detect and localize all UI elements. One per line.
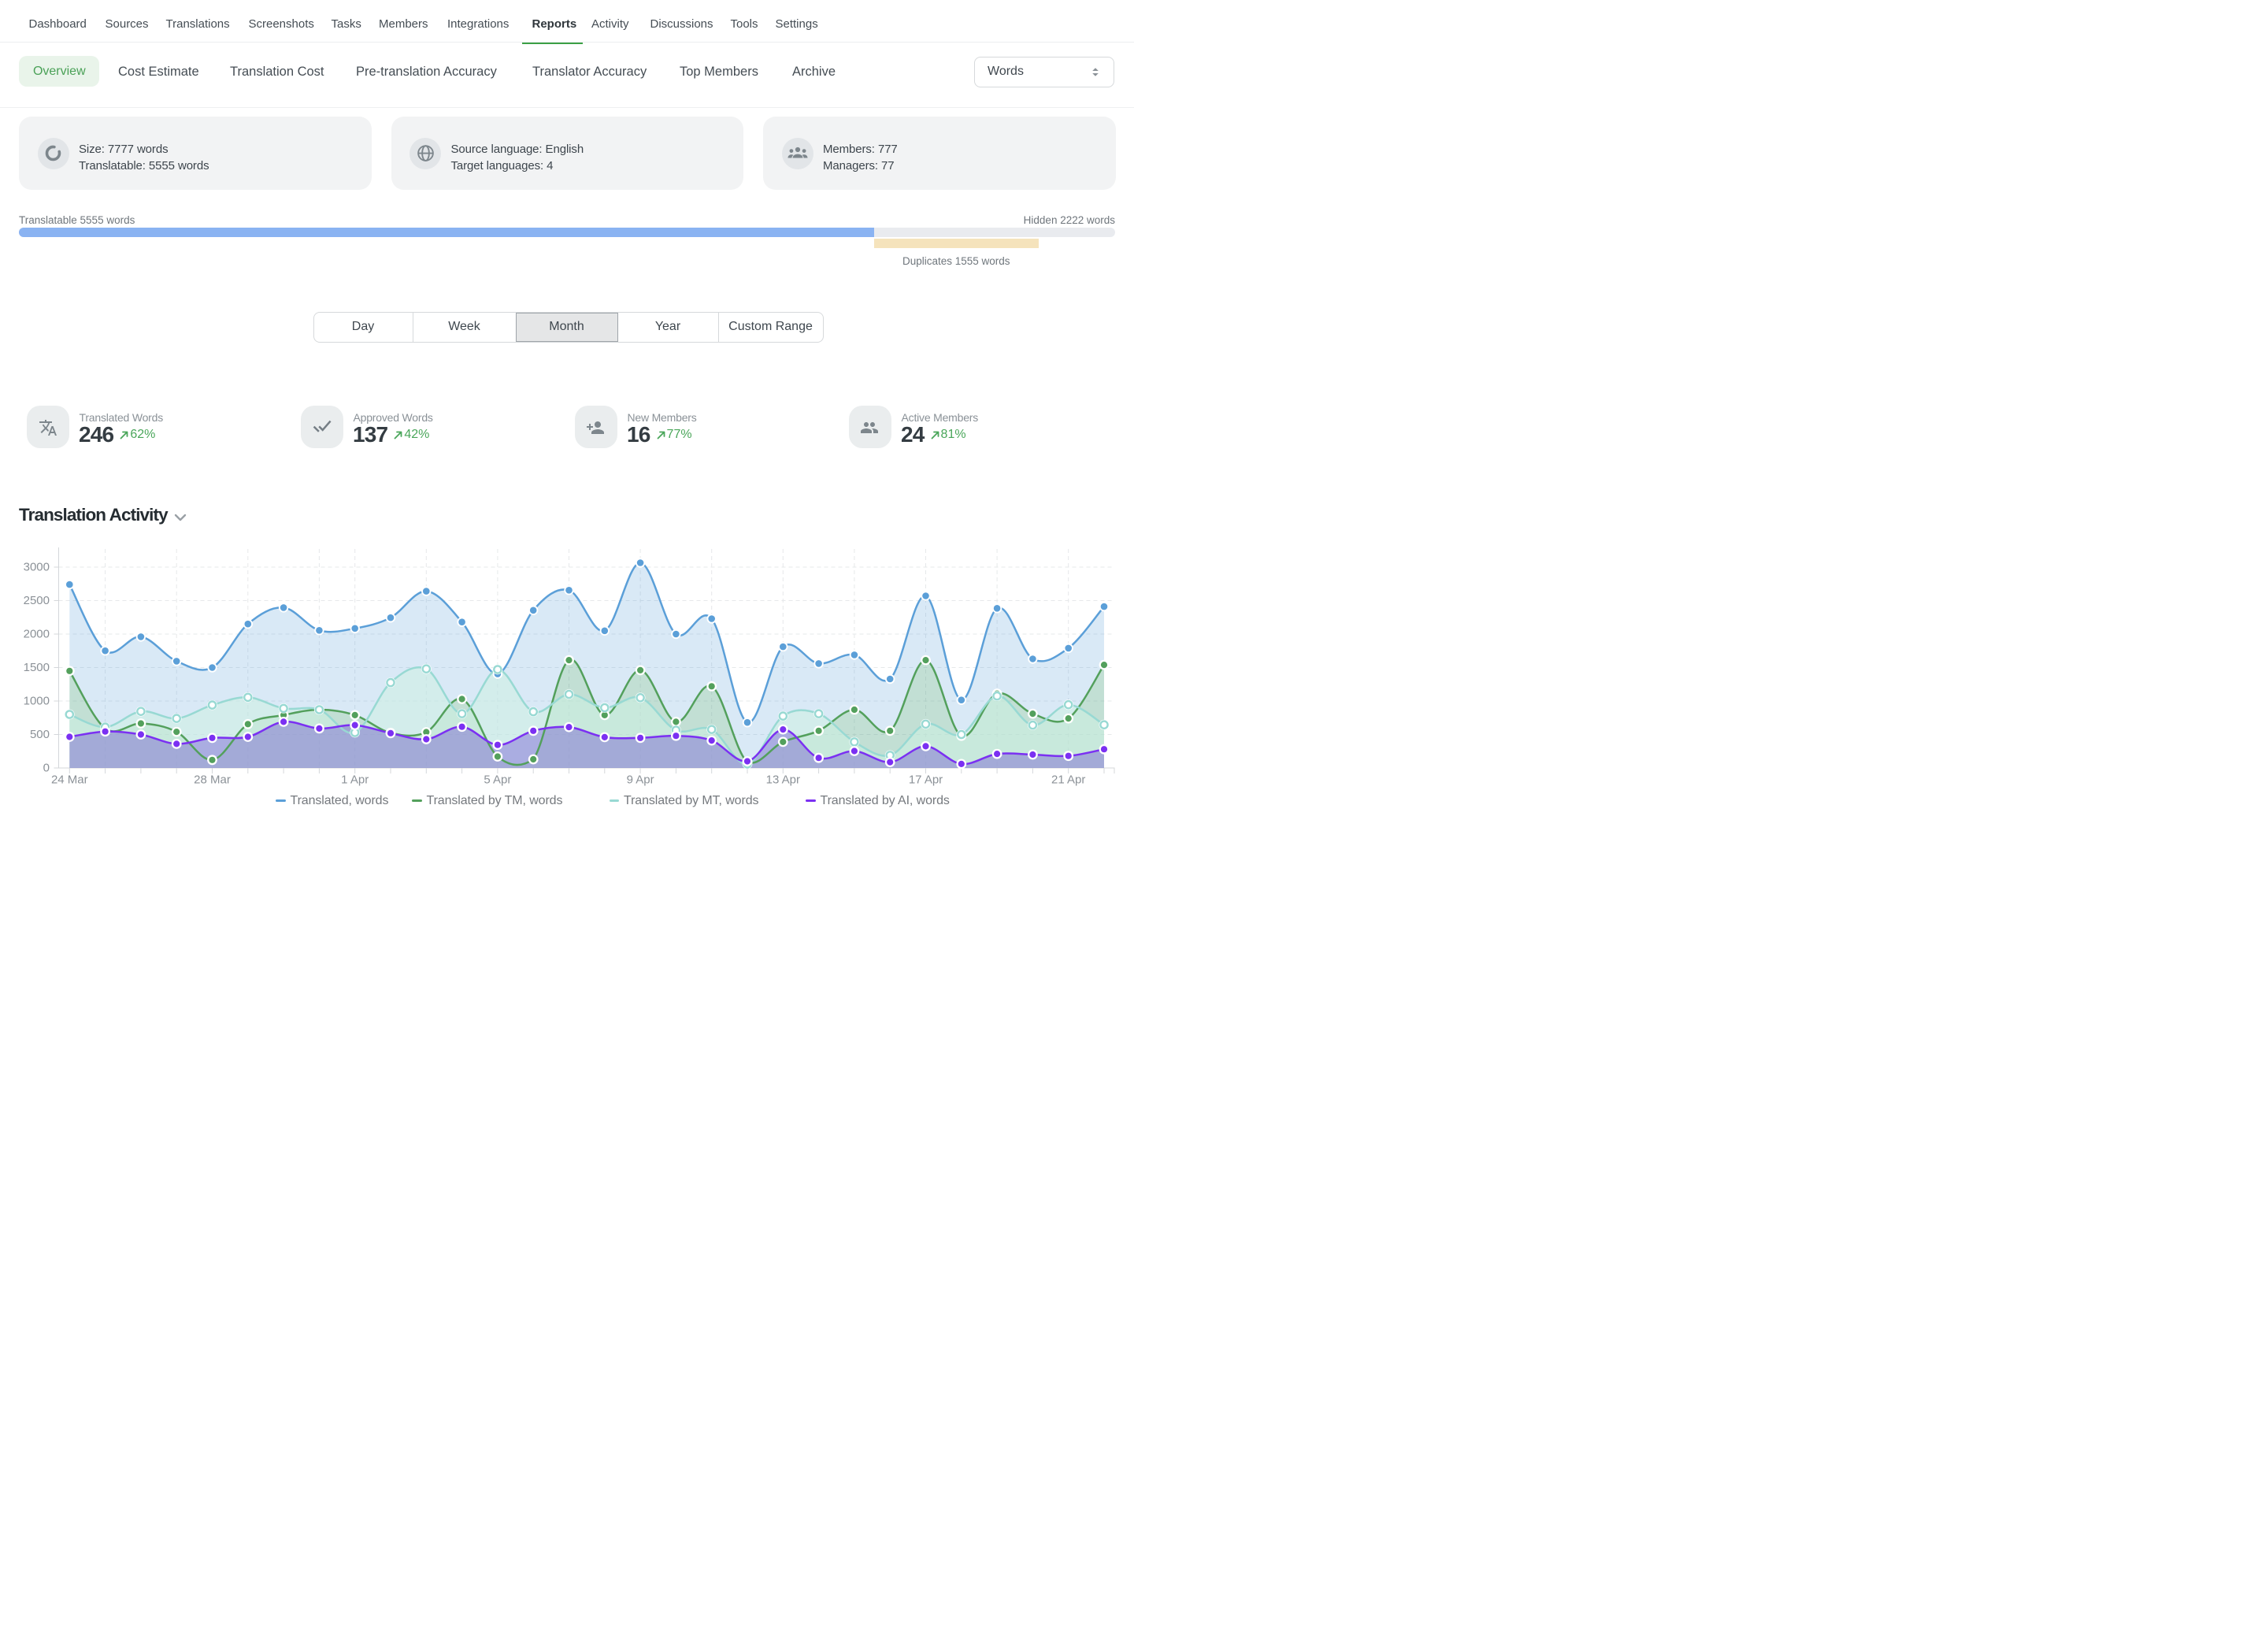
svg-text:24 Mar: 24 Mar [51, 773, 88, 787]
svg-text:13 Apr: 13 Apr [766, 773, 800, 787]
svg-text:3000: 3000 [24, 561, 50, 574]
svg-text:9 Apr: 9 Apr [627, 773, 654, 787]
svg-text:17 Apr: 17 Apr [909, 773, 943, 787]
svg-text:2500: 2500 [24, 594, 50, 607]
svg-text:21 Apr: 21 Apr [1051, 773, 1085, 787]
svg-text:0: 0 [43, 762, 50, 775]
svg-text:28 Mar: 28 Mar [194, 773, 231, 787]
svg-text:5 Apr: 5 Apr [484, 773, 511, 787]
svg-text:1 Apr: 1 Apr [341, 773, 369, 787]
svg-text:1500: 1500 [24, 661, 50, 674]
svg-text:1000: 1000 [24, 695, 50, 708]
svg-text:500: 500 [30, 728, 50, 741]
svg-text:2000: 2000 [24, 628, 50, 641]
